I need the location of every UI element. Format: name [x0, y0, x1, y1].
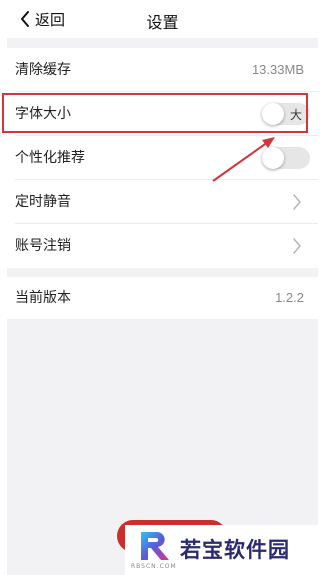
header-bar: 返回 设置: [7, 0, 318, 38]
font-size-toggle[interactable]: 大: [262, 103, 310, 125]
font-size-label: 字体大小: [15, 106, 71, 122]
watermark-logo: [141, 532, 169, 560]
version-label: 当前版本: [15, 290, 71, 306]
chevron-right-icon: [292, 194, 302, 214]
account-cancel-row[interactable]: 账号注销: [7, 224, 318, 268]
personalized-recommend-label: 个性化推荐: [15, 150, 85, 166]
toggle-knob: [262, 103, 284, 125]
cache-size-value: 13.33MB: [251, 62, 304, 77]
settings-page: 返回 设置 清除缓存 13.33MB 字体大小 大 个性化推荐 定时静音 账号注…: [7, 0, 318, 575]
personalized-recommend-row: 个性化推荐: [7, 136, 318, 180]
version-row: 当前版本 1.2.2: [7, 277, 318, 319]
scheduled-mute-label: 定时静音: [15, 194, 71, 210]
toggle-knob: [262, 147, 284, 169]
page-title: 设置: [146, 13, 179, 32]
chevron-right-icon: [292, 238, 302, 258]
watermark-subtext: RBSCN.COM: [131, 563, 177, 570]
version-section: 当前版本 1.2.2: [7, 277, 318, 319]
clear-cache-row[interactable]: 清除缓存 13.33MB: [7, 48, 318, 92]
account-cancel-label: 账号注销: [15, 238, 71, 254]
toggle-text-large: 大: [289, 108, 302, 122]
watermark: 若宝软件园 RBSCN.COM: [125, 525, 320, 575]
scheduled-mute-row[interactable]: 定时静音: [7, 180, 318, 224]
clear-cache-label: 清除缓存: [15, 62, 71, 78]
settings-section-main: 清除缓存 13.33MB 字体大小 大 个性化推荐 定时静音 账号注销: [7, 48, 318, 268]
watermark-text: 若宝软件园: [180, 538, 290, 562]
personalized-recommend-toggle[interactable]: [262, 147, 310, 169]
version-value: 1.2.2: [275, 290, 304, 305]
font-size-row: 字体大小 大: [7, 92, 318, 136]
